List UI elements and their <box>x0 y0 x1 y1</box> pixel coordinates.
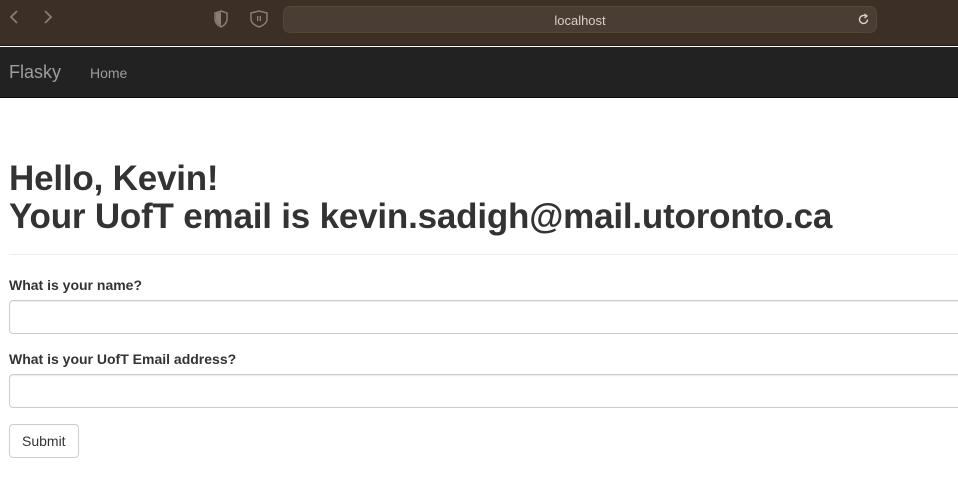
page-title: Hello, Kevin! Your UofT email is kevin.s… <box>9 160 958 236</box>
name-label: What is your name? <box>9 277 143 293</box>
chevron-right-icon[interactable] <box>38 9 58 29</box>
page-header: Hello, Kevin! Your UofT email is kevin.s… <box>9 160 958 255</box>
greeting-text: Hello, Kevin! <box>9 159 219 198</box>
email-text: Your UofT email is kevin.sadigh@mail.uto… <box>9 197 833 236</box>
user-form: What is your name? What is your UofT Ema… <box>9 277 958 458</box>
url-text: localhost <box>554 13 606 28</box>
name-input[interactable] <box>9 300 958 334</box>
chevron-left-icon[interactable] <box>4 9 24 29</box>
email-form-group: What is your UofT Email address? <box>9 351 958 408</box>
site-navbar: Flasky Home <box>0 47 958 98</box>
reload-icon[interactable] <box>857 13 870 31</box>
nav-item-home[interactable]: Home <box>90 65 127 81</box>
brand-link[interactable]: Flasky <box>9 62 61 83</box>
address-bar[interactable]: localhost <box>283 6 877 33</box>
email-input[interactable] <box>9 374 958 408</box>
browser-toolbar: localhost <box>0 0 958 46</box>
main-content: Hello, Kevin! Your UofT email is kevin.s… <box>9 98 958 458</box>
submit-button[interactable]: Submit <box>9 424 79 458</box>
email-label: What is your UofT Email address? <box>9 351 237 367</box>
name-form-group: What is your name? <box>9 277 958 334</box>
privacy-shield-icon[interactable] <box>213 10 229 33</box>
extension-shield-icon[interactable] <box>249 10 269 33</box>
